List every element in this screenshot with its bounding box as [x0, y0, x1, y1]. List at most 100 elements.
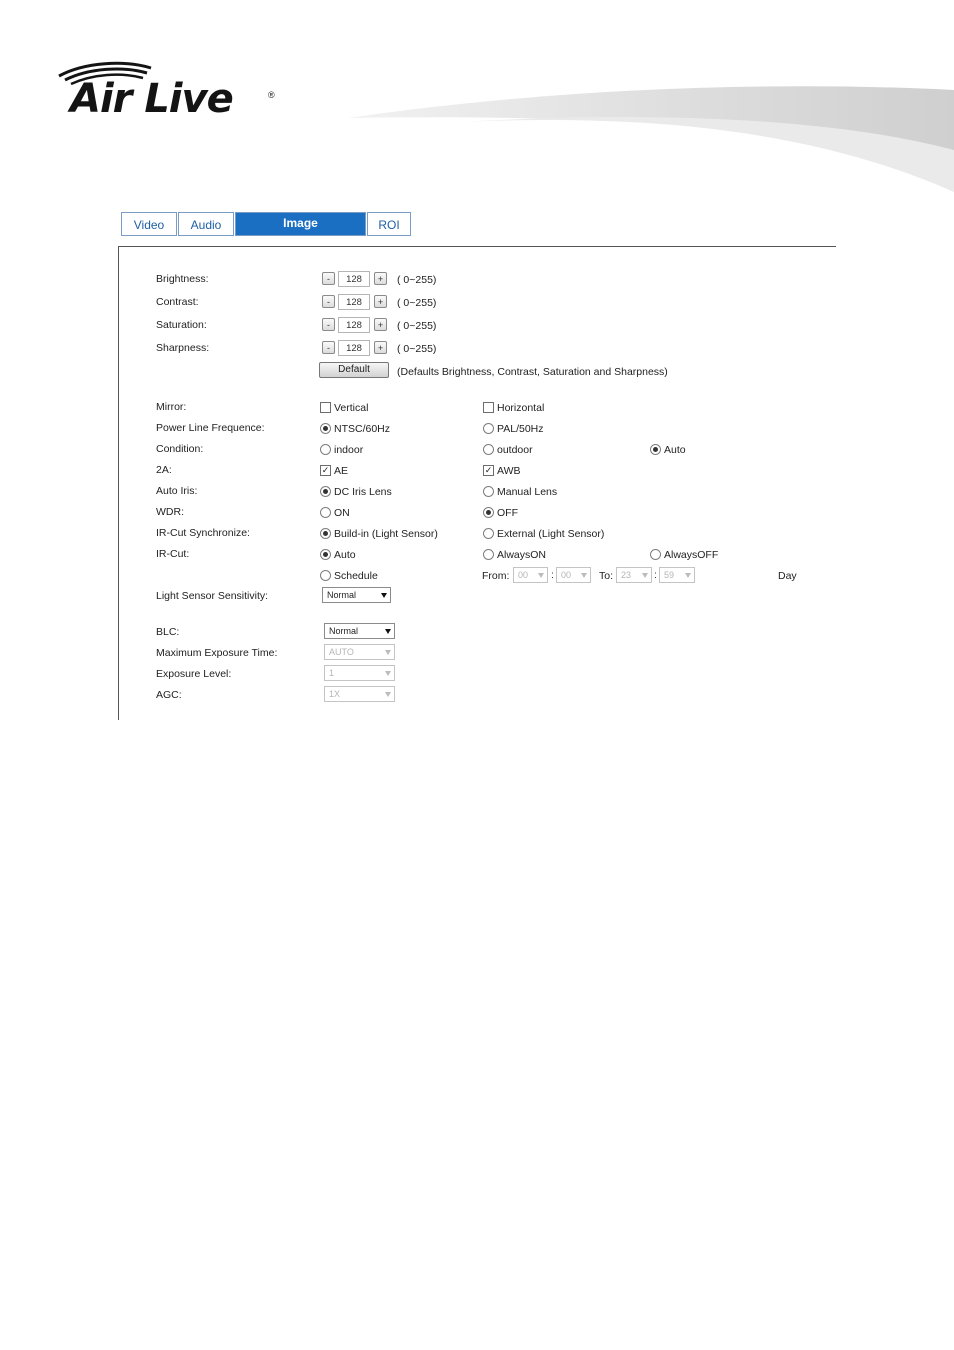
chevron-down-icon: [581, 573, 587, 578]
chevron-down-icon: [385, 650, 391, 655]
chevron-down-icon: [685, 573, 691, 578]
default-button[interactable]: Default: [319, 362, 389, 378]
panel-top-border: [118, 246, 836, 247]
ircut-always-off-radio[interactable]: [650, 549, 661, 560]
tab-roi[interactable]: ROI: [367, 212, 411, 236]
chevron-down-icon: [538, 573, 544, 578]
power-line-label: Power Line Frequence:: [156, 422, 265, 434]
condition-auto-label: Auto: [664, 444, 686, 456]
ae-checkbox[interactable]: ✓: [320, 465, 331, 476]
wdr-on-radio[interactable]: [320, 507, 331, 518]
ircut-sync-external-radio[interactable]: [483, 528, 494, 539]
sharpness-label: Sharpness:: [156, 342, 210, 354]
sharpness-input[interactable]: 128: [338, 340, 370, 356]
from-minute-value: 00: [561, 570, 572, 580]
ae-label: AE: [334, 465, 349, 477]
ircut-sync-external-label: External (Light Sensor): [497, 528, 605, 540]
brightness-input[interactable]: 128: [338, 271, 370, 287]
schedule-day-label: Day: [778, 570, 797, 582]
to-minute-value: 59: [664, 570, 675, 580]
mirror-horizontal-label: Horizontal: [497, 402, 545, 414]
contrast-increase-button[interactable]: +: [374, 295, 387, 308]
chevron-down-icon: [381, 593, 387, 598]
schedule-to-minute-select[interactable]: 59: [659, 567, 695, 583]
awb-checkbox[interactable]: ✓: [483, 465, 494, 476]
ircut-schedule-label: Schedule: [334, 570, 378, 582]
schedule-to-hour-select[interactable]: 23: [616, 567, 652, 583]
contrast-decrease-button[interactable]: -: [322, 295, 335, 308]
iris-manual-radio[interactable]: [483, 486, 494, 497]
exposure-level-value: 1: [329, 668, 335, 678]
twoa-label: 2A:: [156, 464, 172, 476]
iris-manual-label: Manual Lens: [497, 486, 558, 498]
mirror-horizontal-checkbox[interactable]: [483, 402, 494, 413]
agc-value: 1X: [329, 689, 341, 699]
ircut-sync-build-radio[interactable]: [320, 528, 331, 539]
wdr-on-label: ON: [334, 507, 350, 519]
ircut-sync-build-label: Build-in (Light Sensor): [334, 528, 438, 540]
ircut-always-off-label: AlwaysOFF: [664, 549, 719, 561]
ircut-always-on-label: AlwaysON: [497, 549, 547, 561]
auto-iris-label: Auto Iris:: [156, 485, 198, 497]
sharpness-decrease-button[interactable]: -: [322, 341, 335, 354]
condition-label: Condition:: [156, 443, 204, 455]
exposure-level-label: Exposure Level:: [156, 668, 232, 680]
schedule-from-minute-select[interactable]: 00: [556, 567, 591, 583]
ircut-sync-label: IR-Cut Synchronize:: [156, 527, 250, 539]
mirror-vertical-checkbox[interactable]: [320, 402, 331, 413]
saturation-increase-button[interactable]: +: [374, 318, 387, 331]
tab-video[interactable]: Video: [121, 212, 177, 236]
brightness-increase-button[interactable]: +: [374, 272, 387, 285]
saturation-decrease-button[interactable]: -: [322, 318, 335, 331]
wdr-off-label: OFF: [497, 507, 518, 519]
saturation-label: Saturation:: [156, 319, 207, 331]
saturation-range: ( 0~255): [397, 320, 437, 332]
sharpness-range: ( 0~255): [397, 343, 437, 355]
brightness-label: Brightness:: [156, 273, 209, 285]
chevron-down-icon: [385, 629, 391, 634]
sharpness-increase-button[interactable]: +: [374, 341, 387, 354]
brightness-decrease-button[interactable]: -: [322, 272, 335, 285]
time-separator: :: [551, 569, 554, 581]
max-exposure-select[interactable]: AUTO: [324, 644, 395, 660]
light-sensor-select[interactable]: Normal: [322, 587, 391, 603]
brand-logo: Air Live: [70, 76, 234, 122]
exposure-level-select[interactable]: 1: [324, 665, 395, 681]
wdr-off-radio[interactable]: [483, 507, 494, 518]
contrast-range: ( 0~255): [397, 297, 437, 309]
light-sensor-label: Light Sensor Sensitivity:: [156, 590, 269, 602]
power-pal-label: PAL/50Hz: [497, 423, 544, 435]
iris-dc-label: DC Iris Lens: [334, 486, 392, 498]
tab-audio[interactable]: Audio: [178, 212, 234, 236]
schedule-from-hour-select[interactable]: 00: [513, 567, 548, 583]
agc-select[interactable]: 1X: [324, 686, 395, 702]
condition-indoor-radio[interactable]: [320, 444, 331, 455]
iris-dc-radio[interactable]: [320, 486, 331, 497]
ircut-always-on-radio[interactable]: [483, 549, 494, 560]
max-exposure-label: Maximum Exposure Time:: [156, 647, 278, 659]
time-separator: :: [654, 569, 657, 581]
default-note: (Defaults Brightness, Contrast, Saturati…: [397, 366, 668, 378]
brand-registered-mark: ®: [268, 90, 275, 100]
condition-indoor-label: indoor: [334, 444, 364, 456]
from-hour-value: 00: [518, 570, 529, 580]
contrast-input[interactable]: 128: [338, 294, 370, 310]
ircut-label: IR-Cut:: [156, 548, 190, 560]
saturation-input[interactable]: 128: [338, 317, 370, 333]
power-ntsc-radio[interactable]: [320, 423, 331, 434]
blc-select[interactable]: Normal: [324, 623, 395, 639]
max-exposure-value: AUTO: [329, 647, 354, 657]
condition-outdoor-radio[interactable]: [483, 444, 494, 455]
condition-auto-radio[interactable]: [650, 444, 661, 455]
header-swoosh-graphic: [348, 86, 954, 192]
tab-image[interactable]: Image: [235, 212, 366, 236]
ircut-auto-radio[interactable]: [320, 549, 331, 560]
condition-outdoor-label: outdoor: [497, 444, 533, 456]
power-pal-radio[interactable]: [483, 423, 494, 434]
ircut-schedule-radio[interactable]: [320, 570, 331, 581]
chevron-down-icon: [642, 573, 648, 578]
brightness-range: ( 0~255): [397, 274, 437, 286]
contrast-label: Contrast:: [156, 296, 199, 308]
blc-value: Normal: [329, 626, 359, 636]
light-sensor-value: Normal: [327, 590, 357, 600]
